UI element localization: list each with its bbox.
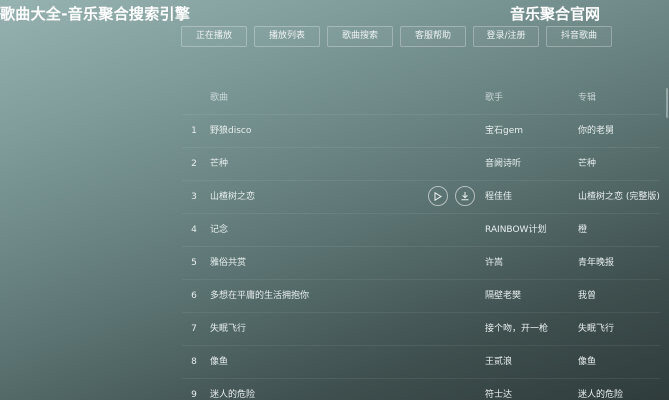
column-header-album: 专辑	[578, 93, 597, 103]
official-site-link[interactable]: 音乐聚合官网	[510, 3, 600, 24]
song-title[interactable]: 迷人的危险	[210, 379, 430, 400]
top-nav: 正在播放 播放列表 歌曲搜索 客服帮助 登录/注册 抖音歌曲	[181, 26, 612, 47]
song-album[interactable]: 芒种	[578, 148, 660, 180]
scrollbar-thumb[interactable]	[666, 88, 668, 118]
song-index: 9	[191, 390, 197, 400]
song-title[interactable]: 野狼disco	[210, 115, 430, 147]
nav-now-playing-button[interactable]: 正在播放	[181, 26, 247, 47]
song-artist[interactable]: 隔壁老樊	[485, 280, 577, 312]
song-artist[interactable]: 音阙诗听	[485, 148, 577, 180]
song-album[interactable]: 橙	[578, 214, 660, 246]
play-button[interactable]	[428, 186, 448, 206]
nav-douyin-songs-button[interactable]: 抖音歌曲	[546, 26, 612, 47]
song-artist[interactable]: RAINBOW计划	[485, 214, 577, 246]
song-album[interactable]: 像鱼	[578, 346, 660, 378]
song-album[interactable]: 我曾	[578, 280, 660, 312]
song-row[interactable]: 8 像鱼 王贰浪 像鱼	[182, 346, 660, 379]
song-artist[interactable]: 符士达	[485, 379, 577, 400]
song-title[interactable]: 记念	[210, 214, 430, 246]
nav-playlist-button[interactable]: 播放列表	[254, 26, 320, 47]
column-header-title: 歌曲	[210, 93, 229, 103]
song-title[interactable]: 失眠飞行	[210, 313, 430, 345]
row-actions	[428, 186, 475, 206]
song-index: 6	[191, 291, 197, 301]
nav-support-button[interactable]: 客服帮助	[400, 26, 466, 47]
nav-login-register-button[interactable]: 登录/注册	[473, 26, 539, 47]
song-row[interactable]: 2 芒种 音阙诗听 芒种	[182, 148, 660, 181]
song-row[interactable]: 1 野狼disco 宝石gem 你的老舅	[182, 115, 660, 148]
column-header-artist: 歌手	[485, 93, 504, 103]
site-title: 歌曲大全-音乐聚合搜索引擎	[0, 5, 191, 23]
song-index: 4	[191, 225, 197, 235]
song-album[interactable]: 青年晚报	[578, 247, 660, 279]
song-row[interactable]: 5 雅俗共赏 许嵩 青年晚报	[182, 247, 660, 280]
song-list: 歌曲 歌手 专辑 1 野狼disco 宝石gem 你的老舅 2 芒种 音阙诗听 …	[182, 82, 660, 400]
song-title[interactable]: 山楂树之恋	[210, 181, 430, 213]
song-index: 2	[191, 159, 197, 169]
song-title[interactable]: 雅俗共赏	[210, 247, 430, 279]
song-row[interactable]: 4 记念 RAINBOW计划 橙	[182, 214, 660, 247]
song-row[interactable]: 7 失眠飞行 接个吻，开一枪 失眠飞行	[182, 313, 660, 346]
song-index: 5	[191, 258, 197, 268]
song-list-header: 歌曲 歌手 专辑	[182, 82, 660, 115]
song-album[interactable]: 失眠飞行	[578, 313, 660, 345]
song-album[interactable]: 你的老舅	[578, 115, 660, 147]
song-title[interactable]: 多想在平庸的生活拥抱你	[210, 280, 430, 312]
song-artist[interactable]: 王贰浪	[485, 346, 577, 378]
song-artist[interactable]: 程佳佳	[485, 181, 577, 213]
song-album[interactable]: 迷人的危险	[578, 379, 660, 400]
song-artist[interactable]: 接个吻，开一枪	[485, 313, 577, 345]
download-icon	[461, 192, 469, 201]
nav-song-search-button[interactable]: 歌曲搜索	[327, 26, 393, 47]
song-artist[interactable]: 宝石gem	[485, 115, 577, 147]
play-icon	[434, 191, 442, 201]
song-title[interactable]: 芒种	[210, 148, 430, 180]
song-row-hovered[interactable]: 3 山楂树之恋 程佳佳 山楂树之恋 (完整版)	[182, 181, 660, 214]
song-index: 8	[191, 357, 197, 367]
song-row[interactable]: 6 多想在平庸的生活拥抱你 隔壁老樊 我曾	[182, 280, 660, 313]
song-album[interactable]: 山楂树之恋 (完整版)	[578, 181, 660, 213]
song-artist[interactable]: 许嵩	[485, 247, 577, 279]
download-button[interactable]	[455, 186, 475, 206]
song-index: 1	[191, 126, 197, 136]
song-index: 3	[191, 192, 197, 202]
song-title[interactable]: 像鱼	[210, 346, 430, 378]
song-index: 7	[191, 324, 197, 334]
song-row[interactable]: 9 迷人的危险 符士达 迷人的危险	[182, 379, 660, 400]
